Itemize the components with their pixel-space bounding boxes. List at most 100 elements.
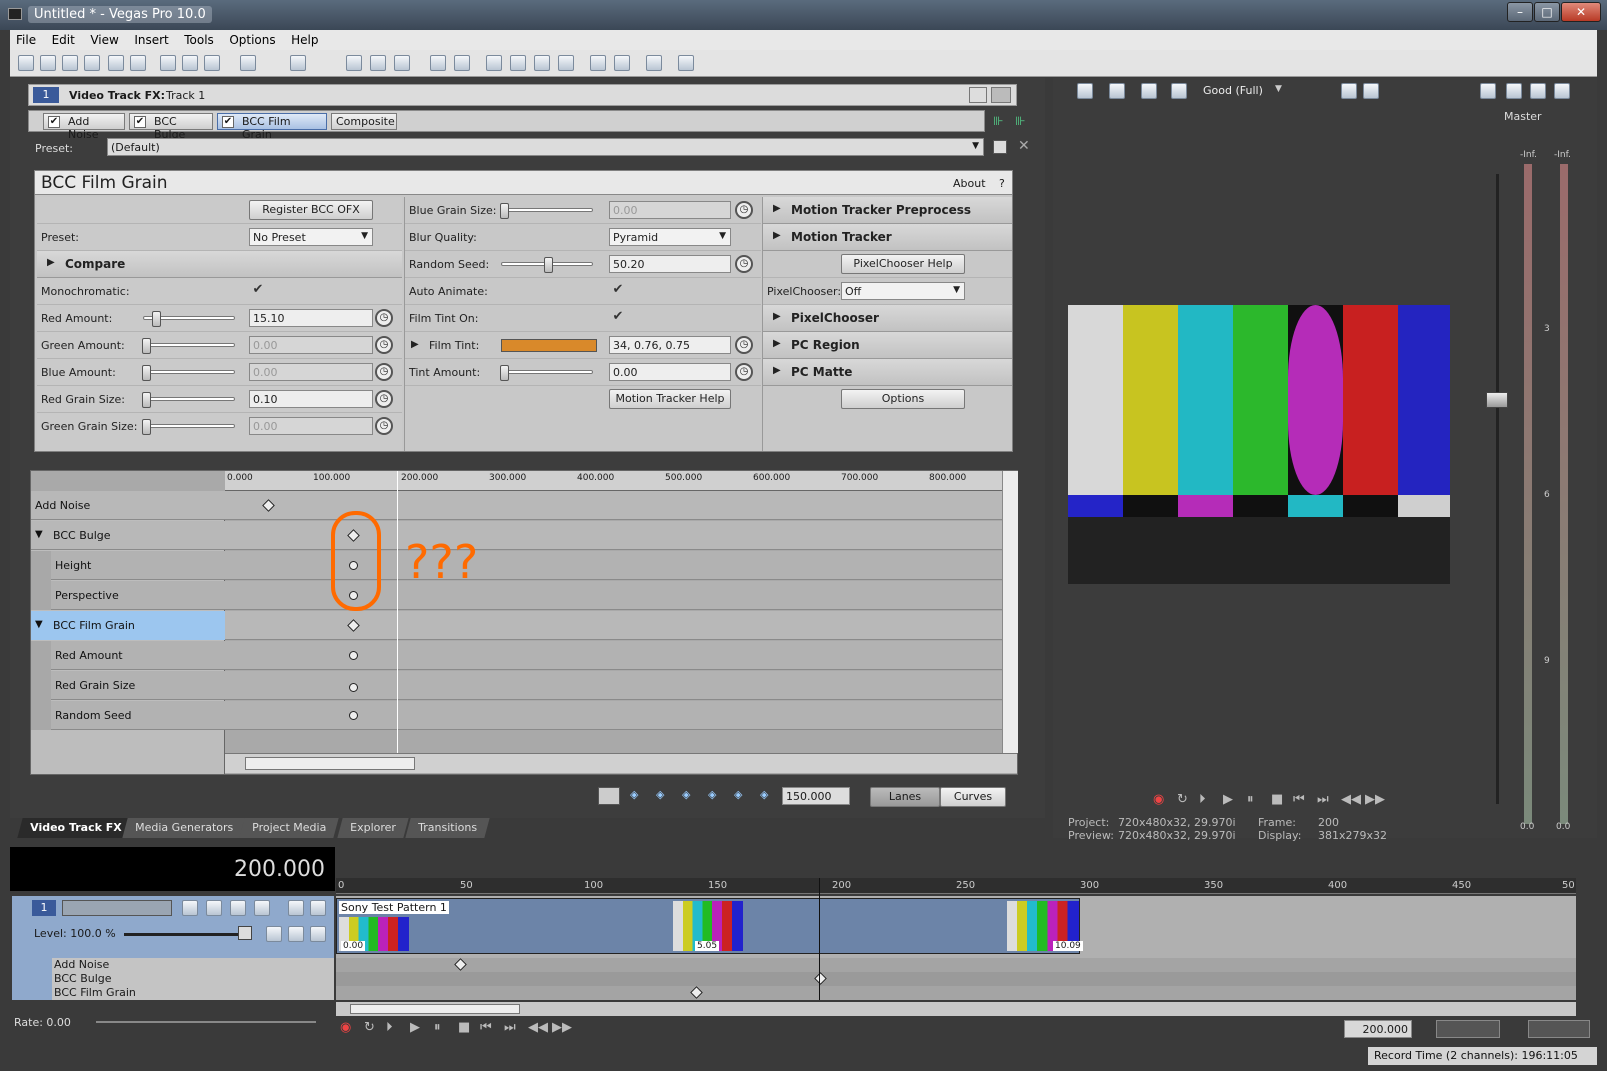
slider-knob[interactable] <box>142 392 151 408</box>
zoom-tool-icon[interactable] <box>558 55 574 71</box>
play-from-start-icon[interactable]: ⏵ <box>1199 792 1206 807</box>
fx-envelope-icon[interactable] <box>266 926 282 942</box>
insert-bus-icon[interactable] <box>1554 83 1570 99</box>
mute-icon[interactable] <box>288 900 304 916</box>
rate-slider[interactable] <box>96 1021 316 1023</box>
move-down-icon[interactable] <box>310 926 326 942</box>
keyframe-marker[interactable] <box>349 651 358 660</box>
split-screen-icon[interactable] <box>1141 83 1157 99</box>
menu-edit[interactable]: Edit <box>46 30 81 50</box>
dim-output-icon[interactable] <box>1530 83 1546 99</box>
kf-name[interactable]: Random Seed <box>55 701 132 730</box>
timeline-ruler[interactable]: 0 50 100 150 200 250 300 350 400 450 50 <box>336 878 1576 894</box>
options-button[interactable]: Options <box>841 389 965 409</box>
record-icon[interactable]: ◉ <box>340 1020 351 1035</box>
blue-grain-size-field[interactable]: 0.00 <box>609 201 731 219</box>
slider-knob[interactable] <box>500 365 509 381</box>
tab-project-media[interactable]: Project Media <box>239 818 339 838</box>
track-motion-icon[interactable] <box>182 900 198 916</box>
kf-name[interactable]: Height <box>55 551 91 580</box>
red-grain-size-field[interactable]: 0.10 <box>249 390 373 408</box>
keyframe-clock-icon[interactable]: ◷ <box>735 201 753 219</box>
fx-chain-bcc-bulge[interactable]: ✔ BCC Bulge <box>129 113 213 141</box>
curves-button[interactable]: Curves <box>940 787 1006 807</box>
play-icon[interactable]: ▶ <box>410 1020 420 1035</box>
keyframe-clock-icon[interactable]: ◷ <box>375 336 393 354</box>
keyframe-clock-icon[interactable]: ◷ <box>375 417 393 435</box>
motion-tracker-help-button[interactable]: Motion Tracker Help <box>609 389 731 409</box>
selection-length-field[interactable] <box>1436 1020 1500 1038</box>
menu-tools[interactable]: Tools <box>178 30 220 50</box>
gear-icon[interactable] <box>254 900 270 916</box>
loop-icon[interactable]: ↻ <box>364 1020 375 1035</box>
auto-animate-checkbox[interactable]: ✔ <box>611 283 625 298</box>
kf-playhead[interactable] <box>397 471 398 753</box>
play-from-start-icon[interactable]: ⏵ <box>386 1020 393 1035</box>
render-icon[interactable] <box>108 55 124 71</box>
selection-tool-icon[interactable] <box>534 55 550 71</box>
auto-ripple-icon[interactable] <box>346 55 362 71</box>
kf-name[interactable]: Red Amount <box>55 641 123 670</box>
scroll-thumb[interactable] <box>350 1004 520 1014</box>
green-amount-slider[interactable] <box>142 338 235 354</box>
prev-frame-icon[interactable]: ◀◀ <box>528 1020 548 1035</box>
timeline-playhead[interactable] <box>819 878 820 1000</box>
downmix-icon[interactable] <box>1506 83 1522 99</box>
slider-knob[interactable] <box>544 257 553 273</box>
maximize-button[interactable]: □ <box>1534 2 1560 22</box>
pixelchooser-dropdown[interactable]: Off <box>841 282 965 300</box>
view-grid-icon[interactable] <box>991 87 1011 103</box>
pixelchooser-section[interactable]: ▶ PixelChooser <box>763 305 1012 332</box>
enable-checkbox-icon[interactable]: ✔ <box>134 116 146 128</box>
lanes-button[interactable]: Lanes <box>870 787 940 807</box>
pc-matte-section[interactable]: ▶ PC Matte <box>763 359 1012 386</box>
burn-disc-icon[interactable] <box>646 55 662 71</box>
normal-edit-tool-icon[interactable] <box>486 55 502 71</box>
preset-dropdown[interactable]: (Default) <box>107 138 984 156</box>
preview-quality-dropdown[interactable]: Good (Full) <box>1203 84 1263 97</box>
whats-this-help-icon[interactable] <box>678 55 694 71</box>
menu-file[interactable]: File <box>10 30 42 50</box>
keyframe-clock-icon[interactable]: ◷ <box>375 390 393 408</box>
open-icon[interactable] <box>40 55 56 71</box>
menu-options[interactable]: Options <box>223 30 281 50</box>
random-seed-slider[interactable] <box>501 257 593 273</box>
tint-amount-slider[interactable] <box>500 365 593 381</box>
collapse-triangle-icon[interactable]: ▼ <box>35 611 43 640</box>
red-amount-field[interactable]: 15.10 <box>249 309 373 327</box>
film-tint-swatch[interactable] <box>501 339 597 352</box>
ruler-icon[interactable] <box>590 55 606 71</box>
pause-icon[interactable]: ⏸ <box>434 1020 441 1035</box>
video-preview-props-icon[interactable] <box>1077 83 1093 99</box>
last-keyframe-icon[interactable]: ◈ <box>734 788 742 801</box>
fx-chain-bcc-film-grain[interactable]: ✔ BCC Film Grain <box>217 113 327 141</box>
selection-end-field[interactable] <box>1528 1020 1590 1038</box>
save-icon[interactable] <box>62 55 78 71</box>
fx-chain-composite[interactable]: Composite <box>331 113 397 130</box>
external-monitor-icon[interactable] <box>1109 83 1125 99</box>
cursor-position-field[interactable]: 200.000 <box>1344 1020 1412 1038</box>
go-to-start-icon[interactable]: ⏮ <box>1293 792 1305 807</box>
go-to-end-icon[interactable]: ⏭ <box>504 1020 516 1035</box>
overlays-icon[interactable] <box>1171 83 1187 99</box>
kf-vertical-scrollbar[interactable] <box>1002 471 1018 753</box>
keyframe-clock-icon[interactable]: ◷ <box>375 309 393 327</box>
keyframe-clock-icon[interactable]: ◷ <box>375 363 393 381</box>
first-keyframe-icon[interactable]: ◈ <box>630 788 638 801</box>
compare-section[interactable]: ▶ Compare <box>37 251 402 278</box>
green-grain-size-slider[interactable] <box>142 419 235 435</box>
bcc-preset-dropdown[interactable]: No Preset <box>249 228 373 246</box>
cut-icon[interactable] <box>160 55 176 71</box>
save-as-icon[interactable] <box>84 55 100 71</box>
red-grain-size-slider[interactable] <box>142 392 235 408</box>
film-tint-on-checkbox[interactable]: ✔ <box>611 310 625 325</box>
loop-icon[interactable]: ↻ <box>1177 792 1188 807</box>
motion-tracker-preprocess-section[interactable]: ▶ Motion Tracker Preprocess <box>763 197 1012 224</box>
close-button[interactable]: ✕ <box>1561 2 1601 22</box>
track-level-slider[interactable] <box>124 933 244 936</box>
track-name-field[interactable] <box>62 900 172 916</box>
tab-media-generators[interactable]: Media Generators <box>122 818 246 838</box>
fx-row-label[interactable]: Add Noise <box>52 958 334 972</box>
keyframe-marker[interactable] <box>349 683 358 692</box>
collapse-triangle-icon[interactable]: ▼ <box>35 521 43 550</box>
